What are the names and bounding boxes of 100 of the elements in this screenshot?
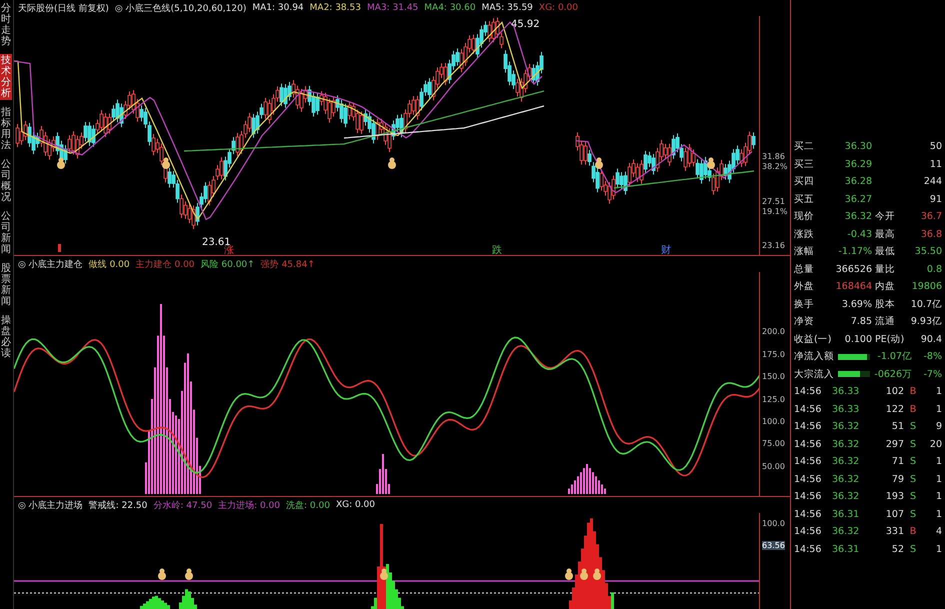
tick-volume: 52	[890, 544, 904, 555]
quote-label: 涨幅	[794, 245, 815, 258]
quote-label: 最高	[875, 228, 895, 240]
axis-label: 100.0	[762, 519, 785, 528]
gourd-icon	[388, 158, 396, 169]
quote-value: 91	[928, 194, 943, 205]
tick-side: B	[908, 526, 918, 538]
tick-volume: 107	[884, 508, 904, 520]
quote-label: 收益(一)	[794, 332, 832, 346]
tick-count: 1	[934, 456, 943, 468]
indicator-name: ◎ 小底主力进场	[18, 500, 83, 512]
quote-value: -1.17%	[837, 246, 872, 258]
tick-count: 1	[934, 474, 943, 485]
flow-bar	[838, 371, 870, 378]
tick-price: 36.32	[832, 456, 860, 468]
quote-value: 36.30	[844, 141, 872, 152]
indicator-name: ◎ 小底主力建仓	[18, 258, 83, 270]
flow-label: 大宗流入	[794, 368, 835, 381]
tick-volume: 331	[884, 526, 904, 538]
tick-side: S	[908, 438, 918, 450]
tick-count: 4	[934, 526, 943, 538]
indicator-value: 主力进场: 0.00	[218, 500, 280, 512]
quote-value: 0.8	[926, 264, 943, 275]
quote-label: 内盘	[875, 281, 895, 292]
indicator-value: XG: 0.00	[336, 500, 376, 510]
indicator-value: 做线 0.00	[88, 258, 130, 270]
quote-label: 涨跌	[794, 228, 815, 241]
tick-time: 14:56	[794, 404, 822, 415]
flow-bar	[838, 354, 870, 360]
flow-label: 净流入额	[794, 350, 835, 364]
axis-label: 63.56	[762, 541, 785, 550]
indicator-value: 警戒线: 22.50	[88, 500, 148, 512]
gourd-icon	[565, 568, 573, 580]
tick-time: 14:56	[794, 421, 822, 432]
quote-label: 最低	[875, 246, 895, 258]
tick-side: B	[908, 386, 918, 398]
tick-time: 14:56	[794, 508, 822, 520]
tick-time: 14:56	[794, 526, 822, 538]
tick-time: 14:56	[794, 456, 822, 468]
tick-time: 14:56	[794, 386, 822, 398]
quote-label: 买三	[794, 158, 815, 171]
gourd-icon	[707, 158, 715, 169]
tick-price: 36.32	[832, 438, 860, 450]
gourd-icon	[162, 158, 170, 169]
tick-side: S	[908, 544, 918, 555]
side-tab[interactable]: 分时走势	[0, 2, 12, 48]
tick-volume: 71	[890, 456, 904, 468]
quote-label: 外盘	[794, 280, 815, 294]
axis-label: 38.2%	[762, 162, 788, 171]
tick-volume: 102	[884, 386, 904, 398]
flow-percent: -7%	[922, 368, 943, 380]
indicator-value: 洗盘: 0.00	[286, 500, 330, 512]
quote-label: 换手	[794, 298, 815, 311]
stock-title: 天际股份(日线 前复权)	[18, 2, 109, 14]
quote-value: 36.29	[844, 158, 872, 170]
axis-label: 125.0	[762, 395, 785, 404]
side-tab[interactable]: 公司概况	[0, 158, 12, 204]
gourd-icon	[595, 158, 603, 169]
gourd-icon	[593, 568, 601, 580]
quote-value: 36.8	[920, 228, 943, 240]
quote-value: 36.28	[844, 176, 872, 188]
quote-value: 7.85	[850, 316, 872, 328]
side-tab[interactable]: 操盘必读	[0, 314, 12, 360]
side-tab[interactable]: 指标用法	[0, 106, 12, 152]
indicator-name: ◎ 小底三色线(5,10,20,60,120)	[114, 2, 246, 14]
tick-count: 1	[934, 404, 943, 415]
axis-label: 31.86	[762, 152, 785, 161]
gourd-icon	[380, 568, 388, 580]
quote-value: 36.32	[844, 211, 872, 222]
side-tab[interactable]: 股票新闻	[0, 262, 12, 308]
axis-label: 50.00	[762, 462, 785, 471]
indicator-value: 分水岭: 47.50	[153, 500, 212, 512]
tick-volume: 51	[890, 421, 904, 432]
axis-label: 100.0	[762, 417, 785, 426]
gourd-icon	[57, 158, 65, 169]
axis-label: 27.51	[762, 197, 785, 206]
indicator-value: 风险 60.00↑	[200, 258, 255, 270]
axis-label: 150.0	[762, 372, 785, 381]
tick-side: S	[908, 474, 918, 485]
quote-label: 量比	[875, 264, 895, 275]
quote-value: 10.7亿	[910, 298, 943, 311]
indicator-value: MA5: 35.59	[482, 3, 533, 13]
side-tab[interactable]: 公司新闻	[0, 210, 12, 256]
event-marker: 财	[661, 245, 671, 255]
tick-price: 36.31	[832, 544, 860, 555]
tick-price: 36.33	[832, 404, 860, 415]
indicator-value: MA2: 38.53	[310, 3, 361, 13]
axis-label: 175.0	[762, 350, 785, 359]
flow-value: -1.07亿	[876, 350, 912, 364]
quote-label: 买四	[794, 175, 815, 188]
quote-value: 244	[922, 176, 943, 188]
tick-count: 1	[934, 491, 943, 502]
quote-label: 买五	[794, 192, 815, 206]
quote-label: 今开	[875, 211, 895, 222]
quote-value: 11	[928, 158, 943, 170]
flow-value: -0626万	[873, 368, 912, 381]
quote-value: 90.4	[920, 334, 943, 345]
axis-label: 23.16	[762, 241, 785, 250]
side-tab[interactable]: 技术分析	[0, 54, 12, 100]
tick-volume: 297	[884, 438, 904, 450]
